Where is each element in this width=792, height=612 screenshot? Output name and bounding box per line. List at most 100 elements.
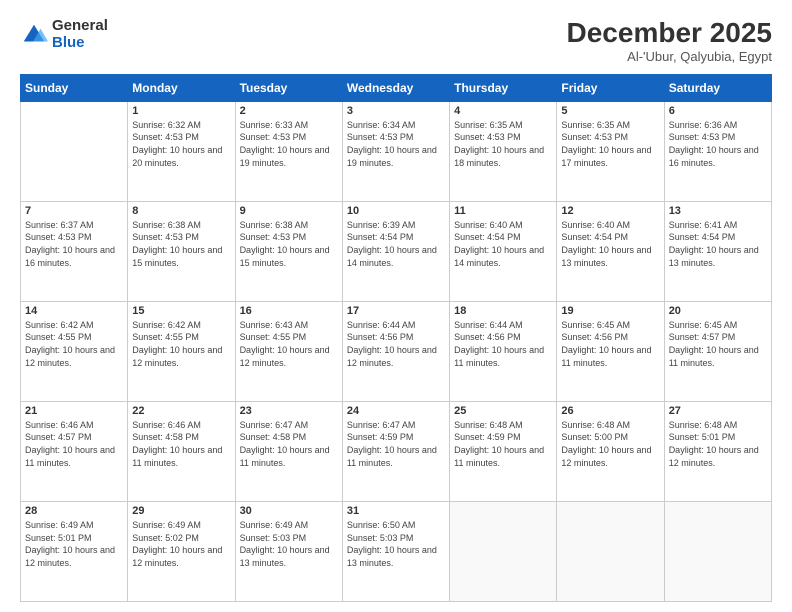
- calendar-cell: 4Sunrise: 6:35 AMSunset: 4:53 PMDaylight…: [450, 101, 557, 201]
- day-number: 2: [240, 105, 338, 117]
- calendar-cell: 16 Sunrise: 6:43 AMSunset: 4:55 PMDayligh…: [235, 301, 342, 401]
- subtitle: Al-'Ubur, Qalyubia, Egypt: [567, 49, 772, 64]
- day-number: 15: [132, 305, 230, 317]
- day-info: Sunrise: 6:37 AMSunset: 4:53 PMDaylight:…: [25, 219, 123, 269]
- day-number: 8: [132, 205, 230, 217]
- day-info: Sunrise: 6:48 AMSunset: 4:59 PMDaylight:…: [454, 419, 552, 469]
- calendar-cell: 19 Sunrise: 6:45 AMSunset: 4:56 PMDayligh…: [557, 301, 664, 401]
- weekday-header-row: SundayMondayTuesdayWednesdayThursdayFrid…: [21, 74, 772, 101]
- day-info: Sunrise: 6:38 AMSunset: 4:53 PMDaylight:…: [132, 219, 230, 269]
- day-number: 24: [347, 405, 445, 417]
- day-info: Sunrise: 6:45 AMSunset: 4:56 PMDaylight:…: [561, 319, 659, 369]
- calendar-cell: 30Sunrise: 6:49 AMSunset: 5:03 PMDayligh…: [235, 501, 342, 601]
- weekday-header-saturday: Saturday: [664, 74, 771, 101]
- header: General Blue December 2025 Al-'Ubur, Qal…: [20, 18, 772, 64]
- calendar-week-row: 7 Sunrise: 6:37 AMSunset: 4:53 PMDaylight…: [21, 201, 772, 301]
- day-info: Sunrise: 6:44 AMSunset: 4:56 PMDaylight:…: [347, 319, 445, 369]
- calendar-cell: 14 Sunrise: 6:42 AMSunset: 4:55 PMDayligh…: [21, 301, 128, 401]
- day-info: Sunrise: 6:43 AMSunset: 4:55 PMDaylight:…: [240, 319, 338, 369]
- calendar-cell: 25 Sunrise: 6:48 AMSunset: 4:59 PMDayligh…: [450, 401, 557, 501]
- day-number: 28: [25, 505, 123, 517]
- calendar-cell: 10 Sunrise: 6:39 AMSunset: 4:54 PMDayligh…: [342, 201, 449, 301]
- day-number: 16: [240, 305, 338, 317]
- day-number: 7: [25, 205, 123, 217]
- day-info: Sunrise: 6:47 AMSunset: 4:59 PMDaylight:…: [347, 419, 445, 469]
- day-info: Sunrise: 6:35 AMSunset: 4:53 PMDaylight:…: [561, 119, 659, 169]
- day-number: 5: [561, 105, 659, 117]
- day-info: Sunrise: 6:48 AMSunset: 5:00 PMDaylight:…: [561, 419, 659, 469]
- calendar-week-row: 1 Sunrise: 6:32 AMSunset: 4:53 PMDaylight…: [21, 101, 772, 201]
- weekday-header-wednesday: Wednesday: [342, 74, 449, 101]
- calendar-week-row: 14 Sunrise: 6:42 AMSunset: 4:55 PMDayligh…: [21, 301, 772, 401]
- day-number: 4: [454, 105, 552, 117]
- day-number: 20: [669, 305, 767, 317]
- calendar-header: SundayMondayTuesdayWednesdayThursdayFrid…: [21, 74, 772, 101]
- main-title: December 2025: [567, 18, 772, 49]
- calendar-cell: 8 Sunrise: 6:38 AMSunset: 4:53 PMDaylight…: [128, 201, 235, 301]
- calendar-cell: 24 Sunrise: 6:47 AMSunset: 4:59 PMDayligh…: [342, 401, 449, 501]
- day-number: 6: [669, 105, 767, 117]
- calendar-cell: 7 Sunrise: 6:37 AMSunset: 4:53 PMDaylight…: [21, 201, 128, 301]
- calendar-cell: 23Sunrise: 6:47 AMSunset: 4:58 PMDayligh…: [235, 401, 342, 501]
- calendar-body: 1 Sunrise: 6:32 AMSunset: 4:53 PMDaylight…: [21, 101, 772, 601]
- day-number: 31: [347, 505, 445, 517]
- day-number: 11: [454, 205, 552, 217]
- day-number: 10: [347, 205, 445, 217]
- day-info: Sunrise: 6:42 AMSunset: 4:55 PMDaylight:…: [132, 319, 230, 369]
- logo: General Blue: [20, 18, 108, 51]
- day-number: 19: [561, 305, 659, 317]
- calendar-cell: 5 Sunrise: 6:35 AMSunset: 4:53 PMDaylight…: [557, 101, 664, 201]
- day-number: 3: [347, 105, 445, 117]
- weekday-header-friday: Friday: [557, 74, 664, 101]
- day-info: Sunrise: 6:33 AMSunset: 4:53 PMDaylight:…: [240, 119, 338, 169]
- calendar-cell: 21 Sunrise: 6:46 AMSunset: 4:57 PMDayligh…: [21, 401, 128, 501]
- logo-general: General: [52, 18, 108, 35]
- calendar-cell: 15 Sunrise: 6:42 AMSunset: 4:55 PMDayligh…: [128, 301, 235, 401]
- calendar-cell: [557, 501, 664, 601]
- day-info: Sunrise: 6:41 AMSunset: 4:54 PMDaylight:…: [669, 219, 767, 269]
- weekday-header-tuesday: Tuesday: [235, 74, 342, 101]
- calendar-table: SundayMondayTuesdayWednesdayThursdayFrid…: [20, 74, 772, 602]
- day-info: Sunrise: 6:42 AMSunset: 4:55 PMDaylight:…: [25, 319, 123, 369]
- weekday-header-thursday: Thursday: [450, 74, 557, 101]
- calendar-cell: 29 Sunrise: 6:49 AMSunset: 5:02 PMDayligh…: [128, 501, 235, 601]
- calendar-cell: [450, 501, 557, 601]
- day-info: Sunrise: 6:38 AMSunset: 4:53 PMDaylight:…: [240, 219, 338, 269]
- day-number: 25: [454, 405, 552, 417]
- day-number: 21: [25, 405, 123, 417]
- calendar-cell: 9 Sunrise: 6:38 AMSunset: 4:53 PMDaylight…: [235, 201, 342, 301]
- day-number: 29: [132, 505, 230, 517]
- calendar-week-row: 28Sunrise: 6:49 AMSunset: 5:01 PMDayligh…: [21, 501, 772, 601]
- day-number: 22: [132, 405, 230, 417]
- calendar-cell: 13 Sunrise: 6:41 AMSunset: 4:54 PMDayligh…: [664, 201, 771, 301]
- day-info: Sunrise: 6:48 AMSunset: 5:01 PMDaylight:…: [669, 419, 767, 469]
- calendar-cell: 28Sunrise: 6:49 AMSunset: 5:01 PMDayligh…: [21, 501, 128, 601]
- day-info: Sunrise: 6:32 AMSunset: 4:53 PMDaylight:…: [132, 119, 230, 169]
- weekday-header-monday: Monday: [128, 74, 235, 101]
- calendar-cell: 20Sunrise: 6:45 AMSunset: 4:57 PMDayligh…: [664, 301, 771, 401]
- calendar-cell: 18Sunrise: 6:44 AMSunset: 4:56 PMDayligh…: [450, 301, 557, 401]
- calendar-cell: 27Sunrise: 6:48 AMSunset: 5:01 PMDayligh…: [664, 401, 771, 501]
- day-info: Sunrise: 6:46 AMSunset: 4:57 PMDaylight:…: [25, 419, 123, 469]
- calendar-cell: [664, 501, 771, 601]
- day-number: 12: [561, 205, 659, 217]
- day-info: Sunrise: 6:39 AMSunset: 4:54 PMDaylight:…: [347, 219, 445, 269]
- day-number: 9: [240, 205, 338, 217]
- calendar-cell: 2 Sunrise: 6:33 AMSunset: 4:53 PMDaylight…: [235, 101, 342, 201]
- day-number: 17: [347, 305, 445, 317]
- day-info: Sunrise: 6:49 AMSunset: 5:02 PMDaylight:…: [132, 519, 230, 569]
- logo-icon: [20, 21, 48, 49]
- calendar-cell: 3Sunrise: 6:34 AMSunset: 4:53 PMDaylight…: [342, 101, 449, 201]
- day-info: Sunrise: 6:50 AMSunset: 5:03 PMDaylight:…: [347, 519, 445, 569]
- day-number: 13: [669, 205, 767, 217]
- day-number: 14: [25, 305, 123, 317]
- logo-text: General Blue: [52, 18, 108, 51]
- calendar-week-row: 21 Sunrise: 6:46 AMSunset: 4:57 PMDayligh…: [21, 401, 772, 501]
- weekday-header-sunday: Sunday: [21, 74, 128, 101]
- calendar-cell: 26Sunrise: 6:48 AMSunset: 5:00 PMDayligh…: [557, 401, 664, 501]
- calendar-cell: 31 Sunrise: 6:50 AMSunset: 5:03 PMDayligh…: [342, 501, 449, 601]
- day-info: Sunrise: 6:40 AMSunset: 4:54 PMDaylight:…: [561, 219, 659, 269]
- calendar-cell: 12 Sunrise: 6:40 AMSunset: 4:54 PMDayligh…: [557, 201, 664, 301]
- day-number: 1: [132, 105, 230, 117]
- day-info: Sunrise: 6:44 AMSunset: 4:56 PMDaylight:…: [454, 319, 552, 369]
